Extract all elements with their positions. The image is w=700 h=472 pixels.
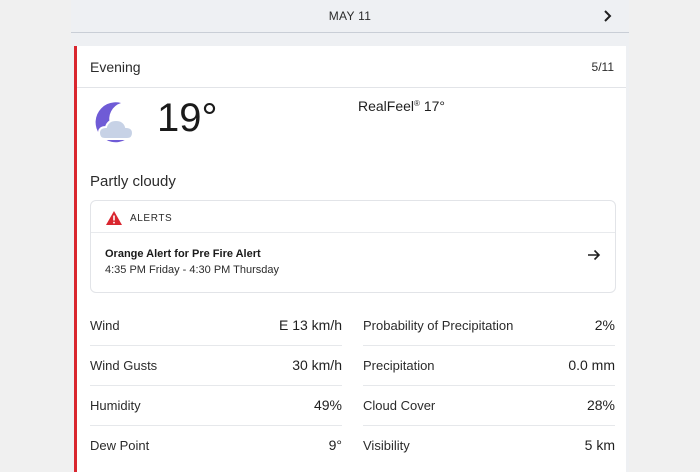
- detail-label: Dew Point: [90, 438, 150, 453]
- detail-value: 49%: [313, 397, 342, 413]
- details-left-column: Wind E 13 km/h Wind Gusts 30 km/h Humidi…: [90, 306, 342, 466]
- detail-label: Precipitation: [363, 358, 435, 373]
- detail-row-cloud-cover: Cloud Cover 28%: [363, 386, 615, 426]
- realfeel: RealFeel® 17°: [358, 98, 445, 114]
- weather-phrase: Partly cloudy: [90, 173, 176, 190]
- arrow-right-icon[interactable]: [587, 249, 601, 261]
- detail-value: 2%: [594, 317, 615, 333]
- detail-label: Cloud Cover: [363, 398, 436, 413]
- detail-label: Wind Gusts: [90, 358, 158, 373]
- alert-title[interactable]: Orange Alert for Pre Fire Alert: [105, 248, 261, 260]
- detail-row-humidity: Humidity 49%: [90, 386, 342, 426]
- card-date: 5/11: [591, 60, 614, 74]
- realfeel-label: RealFeel: [358, 98, 415, 114]
- detail-row-visibility: Visibility 5 km: [363, 426, 615, 466]
- detail-label: Visibility: [363, 438, 410, 453]
- evening-forecast-card: Evening 5/11 19° RealFeel® 17° Partly cl…: [74, 46, 626, 472]
- date-navigation-bar[interactable]: MAY 11: [71, 0, 629, 33]
- date-label: MAY 11: [328, 9, 372, 23]
- detail-label: Probability of Precipitation: [363, 318, 514, 333]
- warning-icon: [106, 211, 122, 225]
- alerts-label: ALERTS: [130, 213, 173, 224]
- alert-time: 4:35 PM Friday - 4:30 PM Thursday: [105, 264, 280, 276]
- alerts-box: ALERTS Orange Alert for Pre Fire Alert 4…: [90, 200, 616, 293]
- detail-row-wind: Wind E 13 km/h: [90, 306, 342, 346]
- detail-value: 5 km: [584, 437, 615, 453]
- temperature: 19°: [157, 96, 218, 140]
- forecast-column: MAY 11 Evening 5/11 19° RealFeel® 17° Pa…: [71, 0, 629, 472]
- realfeel-value: 17°: [419, 98, 445, 114]
- chevron-right-icon[interactable]: [601, 7, 615, 25]
- period-label: Evening: [90, 59, 141, 75]
- detail-value: E 13 km/h: [278, 317, 342, 333]
- detail-value: 0.0 mm: [568, 357, 615, 373]
- detail-row-precipitation: Precipitation 0.0 mm: [363, 346, 615, 386]
- detail-value: 30 km/h: [292, 357, 342, 373]
- moon-cloud-icon: [95, 102, 135, 143]
- detail-row-dew-point: Dew Point 9°: [90, 426, 342, 466]
- details-right-column: Probability of Precipitation 2% Precipit…: [363, 306, 615, 466]
- detail-value: 28%: [586, 397, 615, 413]
- detail-value: 9°: [328, 437, 342, 453]
- card-header: Evening 5/11: [77, 46, 626, 88]
- alerts-header: ALERTS: [91, 201, 615, 233]
- detail-row-wind-gusts: Wind Gusts 30 km/h: [90, 346, 342, 386]
- detail-row-precip-probability: Probability of Precipitation 2%: [363, 306, 615, 346]
- detail-label: Wind: [90, 318, 120, 333]
- detail-label: Humidity: [90, 398, 141, 413]
